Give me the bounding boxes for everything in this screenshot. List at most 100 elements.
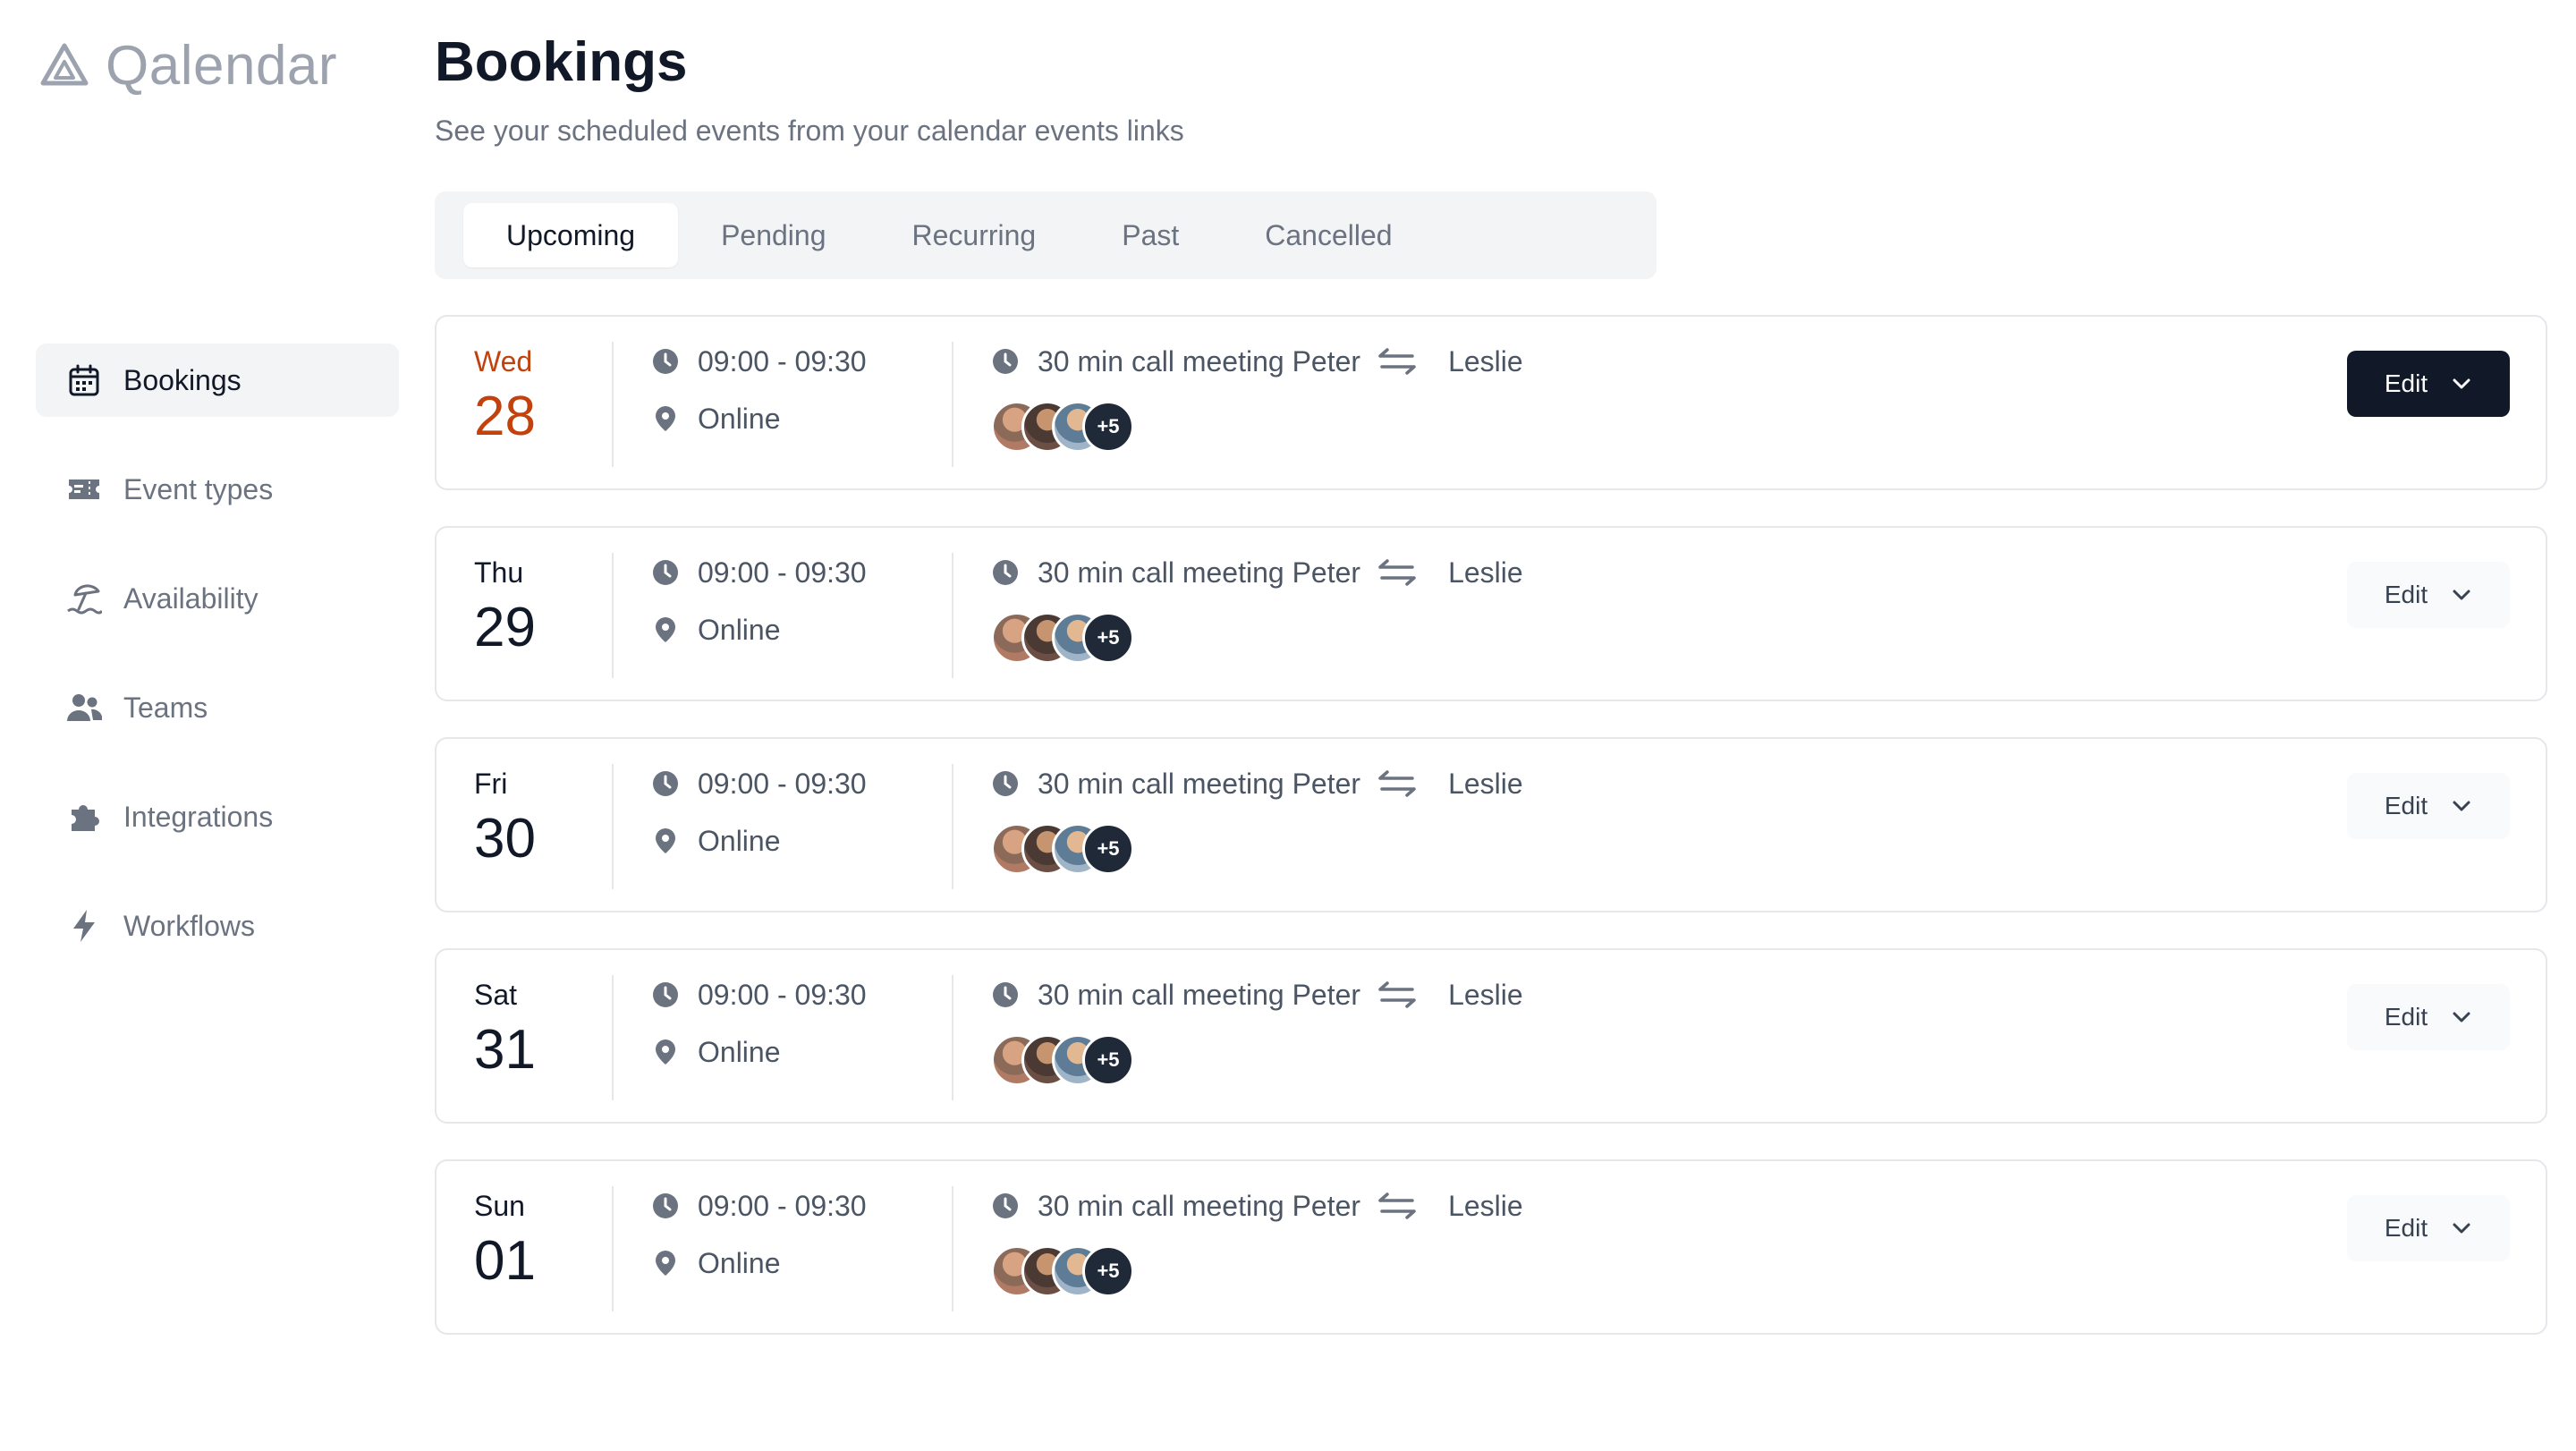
divider	[952, 764, 953, 889]
booking-card[interactable]: Sat 31 09:00 - 09:30 Online 30 min call …	[435, 948, 2547, 1124]
booking-location: Online	[698, 402, 781, 435]
tab-cancelled[interactable]: Cancelled	[1222, 203, 1435, 267]
sidebar-item-label: Bookings	[123, 363, 242, 396]
sidebar-item-label: Availability	[123, 581, 258, 615]
attendee-avatars[interactable]: +5	[991, 1034, 1523, 1086]
swap-arrows-icon	[1377, 347, 1418, 376]
swap-arrows-icon	[1377, 1192, 1418, 1220]
attendee-avatars[interactable]: +5	[991, 823, 1523, 875]
booking-attendee: Leslie	[1448, 978, 1523, 1011]
edit-button[interactable]: Edit	[2347, 562, 2510, 628]
ticket-icon	[66, 471, 102, 507]
sidebar-item-integrations[interactable]: Integrations	[36, 780, 399, 853]
booking-time: 09:00 - 09:30	[698, 556, 867, 589]
booking-day-number: 30	[474, 808, 536, 870]
booking-list: Wed 28 09:00 - 09:30 Online 30 min call …	[435, 315, 2547, 1370]
booking-location: Online	[698, 824, 781, 857]
app: Qalendar Bookings Event types Availabili…	[0, 0, 2576, 1451]
location-pin-icon	[651, 827, 680, 855]
booking-time: 09:00 - 09:30	[698, 344, 867, 378]
clock-icon	[651, 347, 680, 376]
booking-time-location: 09:00 - 09:30 Online	[651, 344, 867, 437]
location-pin-icon	[651, 1249, 680, 1277]
more-attendees-badge: +5	[1082, 823, 1134, 875]
sidebar-item-label: Workflows	[123, 909, 255, 942]
edit-button[interactable]: Edit	[2347, 351, 2510, 417]
booking-attendee: Leslie	[1448, 556, 1523, 589]
attendee-avatars[interactable]: +5	[991, 1245, 1523, 1297]
booking-details: 30 min call meeting Peter Leslie +5	[991, 1188, 1523, 1297]
booking-time-location: 09:00 - 09:30 Online	[651, 977, 867, 1070]
divider	[612, 1186, 614, 1311]
sidebar-item-event-types[interactable]: Event types	[36, 453, 399, 526]
logo[interactable]: Qalendar	[39, 34, 337, 97]
tab-recurring[interactable]: Recurring	[869, 203, 1080, 267]
booking-title: 30 min call meeting Peter	[1038, 556, 1361, 589]
booking-attendee: Leslie	[1448, 767, 1523, 800]
edit-button[interactable]: Edit	[2347, 984, 2510, 1050]
logo-text: Qalendar	[106, 34, 338, 97]
tab-past[interactable]: Past	[1079, 203, 1222, 267]
booking-time-location: 09:00 - 09:30 Online	[651, 766, 867, 859]
edit-label: Edit	[2384, 1214, 2428, 1242]
booking-attendee: Leslie	[1448, 344, 1523, 378]
booking-details: 30 min call meeting Peter Leslie +5	[991, 766, 1523, 875]
lightning-icon	[66, 908, 102, 944]
booking-time: 09:00 - 09:30	[698, 978, 867, 1011]
divider	[612, 975, 614, 1100]
tab-pending[interactable]: Pending	[678, 203, 869, 267]
more-attendees-badge: +5	[1082, 1034, 1134, 1086]
divider	[612, 764, 614, 889]
sidebar-item-availability[interactable]: Availability	[36, 562, 399, 635]
more-attendees-badge: +5	[1082, 401, 1134, 453]
booking-time: 09:00 - 09:30	[698, 1189, 867, 1222]
attendee-avatars[interactable]: +5	[991, 612, 1523, 664]
clock-icon	[651, 769, 680, 798]
attendee-avatars[interactable]: +5	[991, 401, 1523, 453]
divider	[952, 342, 953, 467]
clock-icon	[651, 980, 680, 1009]
swap-arrows-icon	[1377, 769, 1418, 798]
booking-date: Fri 30	[474, 768, 608, 867]
page-title: Bookings	[435, 31, 688, 93]
booking-card[interactable]: Thu 29 09:00 - 09:30 Online 30 min call …	[435, 526, 2547, 701]
booking-title: 30 min call meeting Peter	[1038, 1189, 1361, 1222]
booking-location: Online	[698, 613, 781, 646]
divider	[952, 1186, 953, 1311]
booking-time-location: 09:00 - 09:30 Online	[651, 1188, 867, 1281]
booking-date: Sun 01	[474, 1190, 608, 1289]
booking-tabs: Upcoming Pending Recurring Past Cancelle…	[435, 191, 1657, 279]
booking-weekday: Fri	[474, 768, 508, 800]
clock-icon	[991, 980, 1020, 1009]
users-icon	[66, 690, 102, 726]
chevron-down-icon	[2451, 795, 2472, 817]
booking-location: Online	[698, 1035, 781, 1068]
edit-label: Edit	[2384, 1003, 2428, 1031]
sidebar-item-teams[interactable]: Teams	[36, 671, 399, 744]
calendar-icon	[66, 362, 102, 398]
booking-date: Thu 29	[474, 556, 608, 656]
sidebar-item-workflows[interactable]: Workflows	[36, 889, 399, 963]
booking-weekday: Sat	[474, 979, 518, 1011]
booking-card[interactable]: Wed 28 09:00 - 09:30 Online 30 min call …	[435, 315, 2547, 490]
edit-button[interactable]: Edit	[2347, 773, 2510, 839]
clock-icon	[991, 558, 1020, 587]
divider	[952, 975, 953, 1100]
edit-label: Edit	[2384, 369, 2428, 397]
booking-details: 30 min call meeting Peter Leslie +5	[991, 344, 1523, 453]
chevron-down-icon	[2451, 373, 2472, 395]
swap-arrows-icon	[1377, 980, 1418, 1009]
location-pin-icon	[651, 404, 680, 433]
sidebar-nav: Bookings Event types Availability Teams …	[36, 344, 399, 998]
edit-label: Edit	[2384, 792, 2428, 819]
divider	[952, 553, 953, 678]
sidebar-item-bookings[interactable]: Bookings	[36, 344, 399, 417]
booking-card[interactable]: Fri 30 09:00 - 09:30 Online 30 min call …	[435, 737, 2547, 912]
booking-card[interactable]: Sun 01 09:00 - 09:30 Online 30 min call …	[435, 1159, 2547, 1335]
chevron-down-icon	[2451, 584, 2472, 606]
booking-time-location: 09:00 - 09:30 Online	[651, 555, 867, 648]
divider	[612, 553, 614, 678]
tab-upcoming[interactable]: Upcoming	[463, 203, 679, 267]
edit-button[interactable]: Edit	[2347, 1195, 2510, 1261]
swap-arrows-icon	[1377, 558, 1418, 587]
